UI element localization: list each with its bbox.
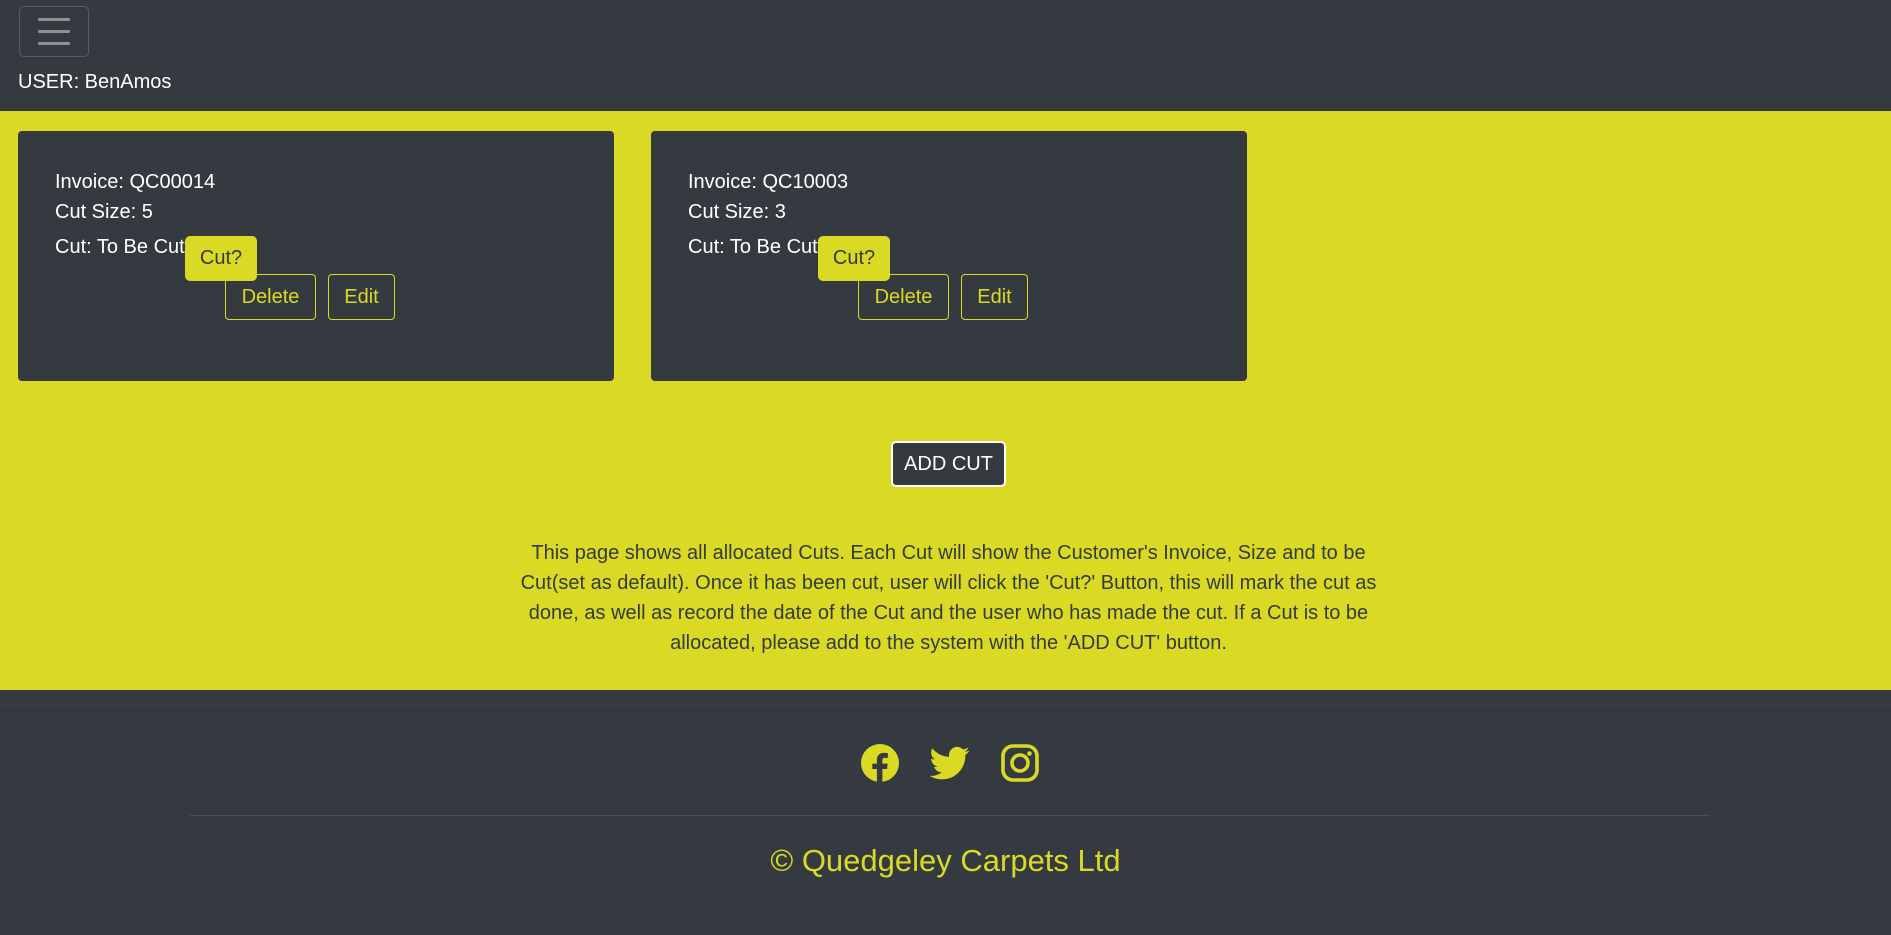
top-navbar: USER: BenAmos: [0, 0, 1891, 111]
cut-size-label: Cut Size: 3: [688, 201, 786, 223]
delete-button[interactable]: Delete: [858, 274, 949, 320]
facebook-icon[interactable]: [860, 743, 900, 783]
edit-button[interactable]: Edit: [328, 274, 395, 320]
footer-rule: [190, 815, 1710, 816]
social-links: [860, 743, 1040, 783]
copyright-text: © Quedgeley Carpets Ltd: [770, 843, 1121, 878]
add-cut-button[interactable]: ADD CUT: [891, 441, 1006, 487]
cut-card: Invoice: QC00014 Cut Size: 5 Cut: To Be …: [18, 131, 614, 381]
invoice-label: Invoice: QC10003: [688, 171, 849, 193]
info-text: This page shows all allocated Cuts. Each…: [520, 542, 1377, 654]
edit-button[interactable]: Edit: [961, 274, 1028, 320]
twitter-icon[interactable]: [930, 743, 970, 783]
footer-divider: [0, 710, 1891, 711]
cut-status-label: Cut: To Be Cut: [55, 236, 185, 258]
menu-toggle-button[interactable]: [19, 6, 89, 57]
cut-size-label: Cut Size: 5: [55, 201, 153, 223]
footer: [0, 690, 1891, 935]
hamburger-icon-bar: [38, 42, 70, 45]
cut-status-label: Cut: To Be Cut: [688, 236, 818, 258]
delete-button[interactable]: Delete: [225, 274, 316, 320]
instagram-icon[interactable]: [1000, 743, 1040, 783]
invoice-label: Invoice: QC00014: [55, 171, 216, 193]
hamburger-icon-bar: [38, 18, 70, 21]
cuts-section: Invoice: QC00014 Cut Size: 5 Cut: To Be …: [0, 111, 1891, 690]
cut-card: Invoice: QC10003 Cut Size: 3 Cut: To Be …: [651, 131, 1247, 381]
user-label: USER: BenAmos: [18, 71, 172, 93]
hamburger-icon-bar: [38, 30, 70, 33]
